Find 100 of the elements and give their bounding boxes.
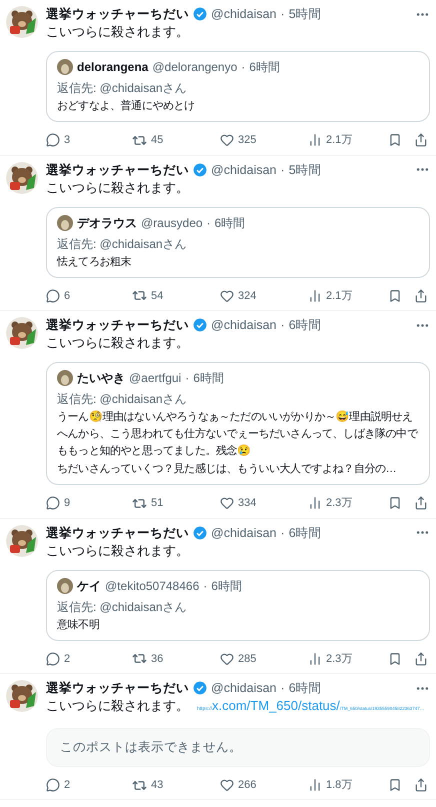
unavailable-post-notice: このポストは表示できません。 (46, 728, 430, 767)
quoted-text: ちだいさんっていくつ？見た感じは、もういい大人ですよね？自分の… (57, 462, 398, 477)
count: 51 (151, 496, 164, 511)
count: 324 (238, 288, 256, 304)
author-name[interactable]: 選挙ウォッチャーちだい (46, 6, 189, 22)
post-text: こいつらに殺されます。 (46, 178, 189, 196)
quoted-author: デオラウス (77, 214, 137, 232)
count: 9 (64, 496, 70, 511)
separator-dot: · (280, 6, 285, 22)
reply-icon[interactable] (46, 288, 60, 303)
post-text: こいつらに殺されます。 (46, 542, 189, 560)
separator-dot: · (280, 524, 285, 540)
reply-to: 返信先: @chidaisanさん (57, 598, 188, 616)
quoted-author: ケイ (77, 578, 101, 594)
count: 2.3万 (326, 496, 352, 511)
count: 43 (151, 778, 164, 793)
count: 334 (238, 496, 256, 511)
reply-to: 返信先: @chidaisanさん (57, 391, 188, 408)
share-icon[interactable] (414, 496, 428, 510)
quoted-text: うーん🧐理由はないんやろうなぁ～ただのいいがかりか～😅理由説明せえへんから、こう思われても仕方ないでぇーちだいさんって、しばき隊の中でももっと知的やと思ってました。残念😢 (57, 410, 419, 459)
bookmark-icon[interactable] (388, 288, 402, 303)
reply-to: 返信先: @chidaisanさん (57, 236, 188, 252)
post-text: こいつらに殺されます。 (46, 697, 189, 715)
bookmark-icon[interactable] (388, 778, 402, 792)
like-icon[interactable] (220, 496, 234, 510)
bookmark-icon[interactable] (388, 133, 402, 148)
handle[interactable]: @chidaisan (211, 6, 277, 22)
reply-icon[interactable] (46, 778, 60, 792)
count: 2 (64, 652, 70, 666)
bear-avatar[interactable] (6, 317, 38, 349)
post-time[interactable]: 6時間 (288, 524, 322, 540)
author-name[interactable]: 選挙ウォッチャーちだい (46, 524, 189, 540)
views-icon[interactable] (308, 288, 322, 303)
count: 266 (238, 778, 256, 793)
quoted-post[interactable]: たいやき @aertfgui · 6時間 返信先: @chidaisanさん うーん🧐理由はないんやろうなぁ～ただのいいがかりか～😅理由説明せえへんから、こう思われても仕方ないでぇーちだいさんって、しばき隊の中でももっと知的やと思ってました。残念😢 ちだいさんっていくつ？見た感じは、もういい大人ですよね？自分の… (46, 362, 430, 485)
count: 285 (238, 652, 256, 666)
handle[interactable]: @chidaisan (211, 162, 277, 178)
count: 45 (151, 133, 164, 148)
count: 2.1万 (326, 133, 352, 148)
handle[interactable]: @chidaisan (211, 680, 277, 696)
quoted-text: 意味不明 (57, 618, 100, 632)
author-name[interactable]: 選挙ウォッチャーちだい (46, 162, 189, 178)
quoted-post[interactable]: デオラウス @rausydeo · 6時間 返信先: @chidaisanさん 怯えてろお粗末 (46, 206, 430, 278)
count: 3 (64, 133, 70, 148)
handle[interactable]: @chidaisan (211, 317, 277, 333)
views-icon[interactable] (308, 778, 322, 792)
separator-dot: · (280, 162, 285, 178)
reply-to: 返信先: @chidaisanさん (57, 80, 188, 97)
quoted-time: 6時間 (214, 214, 246, 232)
quoted-author: たいやき (77, 370, 125, 387)
like-icon[interactable] (220, 652, 234, 666)
separator-dot: · (280, 680, 285, 696)
share-icon[interactable] (414, 778, 428, 792)
share-icon[interactable] (414, 652, 428, 666)
quoted-text: 怯えてろお粗末 (57, 254, 132, 270)
count: 1.8万 (326, 778, 352, 793)
count: 2.3万 (326, 652, 352, 666)
count: 6 (64, 288, 70, 304)
count: 36 (151, 652, 164, 666)
quoted-time: 6時間 (249, 59, 280, 76)
post-time[interactable]: 5時間 (288, 6, 322, 22)
count: 54 (151, 288, 164, 304)
reply-icon[interactable] (46, 133, 60, 148)
bear-avatar[interactable] (6, 6, 38, 38)
bookmark-icon[interactable] (388, 496, 402, 510)
separator-dot: · (280, 317, 285, 333)
handle[interactable]: @chidaisan (211, 524, 277, 540)
reply-icon[interactable] (46, 652, 60, 666)
views-icon[interactable] (308, 133, 322, 148)
share-icon[interactable] (414, 133, 428, 148)
quoted-handle: @delorangenyo (152, 59, 238, 76)
bear-avatar[interactable] (6, 162, 38, 194)
quoted-handle: @rausydeo (141, 214, 203, 232)
share-icon[interactable] (414, 288, 428, 303)
author-name[interactable]: 選挙ウォッチャーちだい (46, 680, 189, 696)
post-text: こいつらに殺されます。 (46, 334, 189, 352)
views-icon[interactable] (308, 496, 322, 510)
post-time[interactable]: 6時間 (288, 680, 322, 696)
quoted-handle: @aertfgui (129, 370, 182, 387)
quoted-post[interactable]: ケイ @tekito50748466 · 6時間 返信先: @chidaisanさん 意味不明 (46, 570, 430, 640)
post-time[interactable]: 5時間 (288, 162, 322, 178)
count: 2 (64, 778, 70, 793)
bookmark-icon[interactable] (388, 652, 402, 666)
views-icon[interactable] (308, 652, 322, 666)
separator-dot: · (203, 578, 208, 594)
quoted-handle: @tekito50748466 (105, 578, 200, 594)
like-icon[interactable] (220, 778, 234, 792)
bear-avatar[interactable] (6, 680, 38, 712)
like-icon[interactable] (220, 288, 234, 303)
count: 2.1万 (326, 288, 352, 304)
quoted-post[interactable]: delorangena @delorangenyo · 6時間 返信先: @chidaisanさん おどすなよ、普通にやめとけ (46, 51, 430, 122)
reply-icon[interactable] (46, 496, 60, 510)
quoted-author: delorangena (77, 59, 148, 76)
like-icon[interactable] (220, 133, 234, 148)
post-time[interactable]: 6時間 (288, 317, 322, 333)
author-name[interactable]: 選挙ウォッチャーちだい (46, 317, 189, 333)
quoted-text: おどすなよ、普通にやめとけ (57, 98, 196, 114)
bear-avatar[interactable] (6, 524, 38, 556)
post-text: こいつらに殺されます。 (46, 23, 189, 41)
separator-dot: · (206, 214, 211, 232)
